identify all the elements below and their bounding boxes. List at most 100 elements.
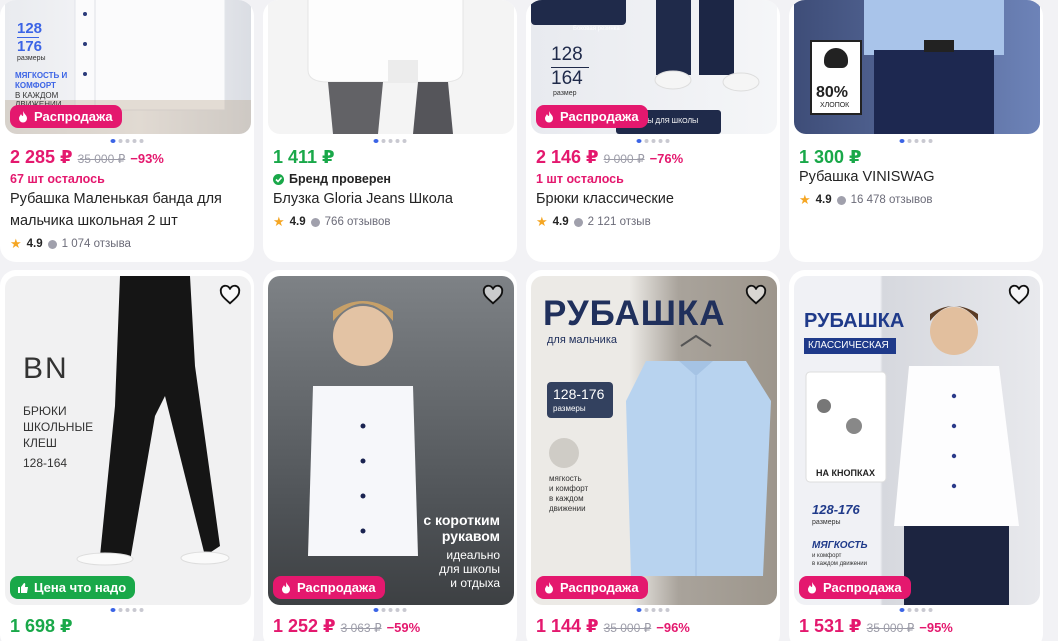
price: 1 698 ₽ bbox=[10, 616, 73, 636]
product-image[interactable]: 128 176 размеры МЯГКОСТЬ И КОМФОРТ В КАЖ… bbox=[5, 0, 251, 134]
price-line: 1 531 ₽ 35 000 ₽ −95% bbox=[799, 616, 953, 637]
product-card[interactable]: Боковая резинка 128 164 размер ЫЫ ДЛЯ ШК… bbox=[526, 0, 780, 262]
stock-left: 67 шт осталось bbox=[10, 172, 105, 186]
star-icon: ★ bbox=[10, 236, 22, 251]
product-card[interactable]: 80% ХЛОПОК 1 300 ₽ Рубашка VINISWAG ★ 4.… bbox=[789, 0, 1043, 262]
fire-icon bbox=[808, 581, 816, 593]
discount: −59% bbox=[386, 620, 421, 635]
price: 1 252 ₽ bbox=[273, 616, 336, 636]
image-text: 176 bbox=[17, 38, 43, 55]
reviews-count[interactable]: 16 478 отзывов bbox=[851, 194, 933, 206]
product-title[interactable]: Рубашка Маленькая банда для мальчика шко… bbox=[10, 188, 245, 232]
product-image[interactable]: BN БРЮКИ ШКОЛЬНЫЕ КЛЕШ 128-164 Цена что … bbox=[5, 276, 251, 605]
image-pager[interactable] bbox=[110, 608, 144, 612]
image-text: в каждом bbox=[549, 494, 584, 503]
sale-badge: Распродажа bbox=[10, 105, 122, 128]
rating: ★ 4.9 766 отзывов bbox=[273, 214, 390, 230]
sale-badge: Распродажа bbox=[273, 576, 385, 599]
image-text: КЛЕШ bbox=[23, 436, 57, 450]
star-icon: ★ bbox=[536, 214, 548, 229]
image-text: с коротким bbox=[423, 512, 500, 528]
image-text: Боковая резинка bbox=[573, 26, 620, 32]
image-text: ШКОЛЬНЫЕ bbox=[23, 420, 94, 434]
old-price: 3 063 ₽ bbox=[340, 621, 382, 635]
product-title[interactable]: Блузка Gloria Jeans Школа bbox=[273, 188, 508, 210]
image-text: 128 bbox=[17, 20, 43, 37]
image-text: движении bbox=[549, 504, 586, 513]
heart-icon[interactable] bbox=[219, 284, 241, 306]
reviews-count[interactable]: 766 отзывов bbox=[325, 216, 391, 228]
image-pager[interactable] bbox=[636, 608, 670, 612]
discount: −93% bbox=[130, 151, 164, 166]
price: 2 146 ₽ bbox=[536, 147, 599, 167]
verified-brand: Бренд проверен bbox=[273, 172, 391, 186]
fire-icon bbox=[282, 581, 290, 593]
price-line: 1 698 ₽ bbox=[10, 616, 73, 637]
image-pager[interactable] bbox=[373, 608, 407, 612]
image-text: НА КНОПКАХ bbox=[816, 468, 875, 478]
product-image[interactable]: с коротким рукавом идеально для школы и … bbox=[268, 276, 514, 605]
image-text: размеры bbox=[812, 519, 841, 526]
sale-badge: Распродажа bbox=[536, 576, 648, 599]
price-line: 2 146 ₽ 9 000 ₽ −76% bbox=[536, 147, 683, 168]
image-text: размеры bbox=[17, 55, 46, 62]
product-image[interactable]: 80% ХЛОПОК bbox=[794, 0, 1040, 134]
image-pager[interactable] bbox=[373, 139, 407, 143]
image-text: КЛАССИЧЕСКАЯ bbox=[808, 340, 889, 351]
verified-label: Бренд проверен bbox=[289, 172, 391, 186]
image-text: идеально bbox=[446, 548, 500, 562]
star-icon: ★ bbox=[273, 214, 285, 229]
blouse-illustration bbox=[307, 0, 464, 134]
image-text: и отдыха bbox=[450, 576, 500, 590]
old-price: 9 000 ₽ bbox=[603, 152, 645, 166]
heart-icon[interactable] bbox=[482, 284, 504, 306]
badge-label: Распродажа bbox=[560, 109, 639, 124]
product-card[interactable]: с коротким рукавом идеально для школы и … bbox=[263, 270, 517, 641]
heart-icon[interactable] bbox=[745, 284, 767, 306]
sale-badge: Распродажа bbox=[536, 105, 648, 128]
image-pager[interactable] bbox=[110, 139, 144, 143]
image-text: 128-176 bbox=[553, 386, 605, 402]
image-text: МЯГКОСТЬ bbox=[812, 540, 868, 551]
price: 2 285 ₽ bbox=[10, 147, 73, 167]
product-title[interactable]: Рубашка VINISWAG bbox=[799, 166, 1034, 188]
image-text: рукавом bbox=[441, 528, 500, 544]
image-text: мягкость bbox=[549, 474, 582, 483]
cotton-icon bbox=[824, 48, 848, 68]
image-pager[interactable] bbox=[636, 139, 670, 143]
product-card[interactable]: 1 411 ₽ Бренд проверен Блузка Gloria Jea… bbox=[263, 0, 517, 262]
feather-icon bbox=[549, 438, 579, 468]
badge-label: Распродажа bbox=[297, 580, 376, 595]
image-text: МЯГКОСТЬ И КОМФОРТ bbox=[15, 71, 68, 90]
image-pager[interactable] bbox=[899, 608, 933, 612]
reviews-count[interactable]: 1 074 отзыва bbox=[62, 238, 131, 250]
product-image[interactable]: РУБАШКА для мальчика 128-176 размеры мяг… bbox=[531, 276, 777, 605]
product-grid: 128 176 размеры МЯГКОСТЬ И КОМФОРТ В КАЖ… bbox=[0, 0, 1058, 641]
old-price: 35 000 ₽ bbox=[77, 152, 126, 166]
product-image[interactable]: Боковая резинка 128 164 размер ЫЫ ДЛЯ ШК… bbox=[531, 0, 777, 134]
image-text: для школы bbox=[439, 562, 500, 576]
heart-icon[interactable] bbox=[1008, 284, 1030, 306]
product-title[interactable]: Брюки классические bbox=[536, 188, 771, 210]
discount: −76% bbox=[649, 151, 684, 166]
rating: ★ 4.9 16 478 отзывов bbox=[799, 192, 932, 208]
reviews-icon bbox=[310, 217, 320, 227]
fire-icon bbox=[545, 110, 553, 122]
product-card[interactable]: РУБАШКА для мальчика 128-176 размеры мяг… bbox=[526, 270, 780, 641]
reviews-count[interactable]: 2 121 отзыв bbox=[588, 216, 651, 228]
product-card[interactable]: BN БРЮКИ ШКОЛЬНЫЕ КЛЕШ 128-164 Цена что … bbox=[0, 270, 254, 641]
image-text: для мальчика bbox=[547, 334, 617, 346]
reviews-icon bbox=[836, 195, 846, 205]
stock-left: 1 шт осталось bbox=[536, 172, 624, 186]
image-pager[interactable] bbox=[899, 139, 933, 143]
image-text: в каждом движении bbox=[812, 561, 867, 567]
product-image[interactable] bbox=[268, 0, 514, 134]
product-card[interactable]: 128 176 размеры МЯГКОСТЬ И КОМФОРТ В КАЖ… bbox=[0, 0, 254, 262]
rating-value: 4.9 bbox=[26, 238, 43, 250]
check-circle-icon bbox=[273, 173, 284, 185]
product-card[interactable]: РУБАШКА КЛАССИЧЕСКАЯ НА КНОПКАХ 128-176 … bbox=[789, 270, 1043, 641]
discount: −96% bbox=[656, 620, 690, 635]
image-text: РУБАШКА bbox=[804, 310, 905, 332]
product-image[interactable]: РУБАШКА КЛАССИЧЕСКАЯ НА КНОПКАХ 128-176 … bbox=[794, 276, 1040, 605]
sale-badge: Распродажа bbox=[799, 576, 911, 599]
